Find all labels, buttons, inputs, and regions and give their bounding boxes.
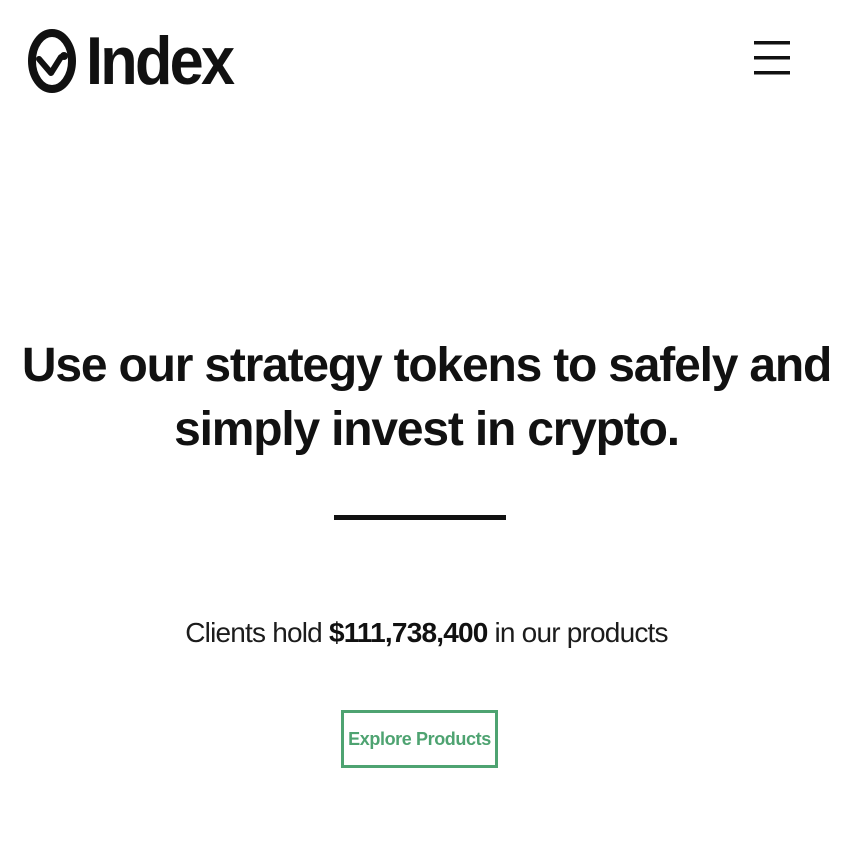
logo-text: Index [86, 23, 235, 99]
logo-link[interactable]: Index [28, 24, 249, 98]
menu-button[interactable] [748, 36, 796, 80]
hero-heading: Use our strategy tokens to safely and si… [21, 339, 832, 456]
index-logo-icon [28, 29, 76, 93]
site-header: Index [0, 0, 853, 120]
holdings-amount: $111,738,400 [328, 617, 488, 648]
stat-prefix: Clients hold [185, 617, 329, 648]
hero-divider [334, 515, 506, 520]
stat-suffix: in our products [487, 617, 669, 648]
explore-products-button[interactable]: Explore Products [341, 710, 498, 768]
hamburger-menu-icon [754, 41, 790, 75]
client-holdings-stat: Clients hold $111,738,400 in our product… [20, 612, 833, 654]
